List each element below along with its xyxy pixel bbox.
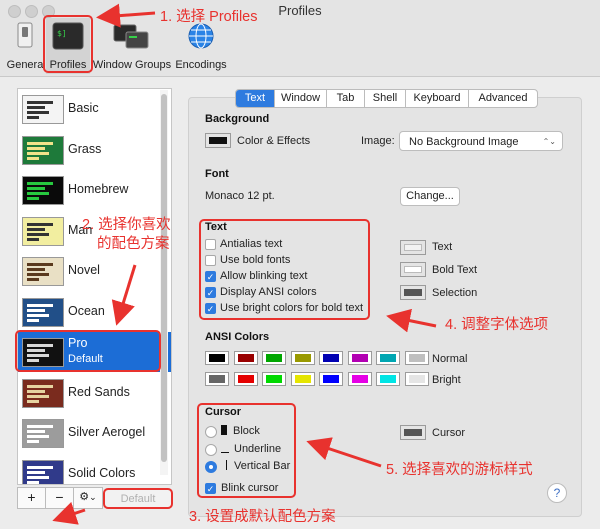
arrow-step1 — [96, 3, 156, 28]
ansi-bright-color-well[interactable] — [205, 372, 229, 386]
arrow-step4 — [386, 308, 437, 333]
ansi-bright-color-well[interactable] — [262, 372, 286, 386]
ansi-normal-color-well[interactable] — [376, 351, 400, 365]
annotation-arrows — [52, 3, 437, 525]
ansi-bright-color-well[interactable] — [233, 372, 258, 386]
ansi-bright-color-well[interactable] — [290, 372, 315, 386]
ansi-normal-color-well[interactable] — [233, 351, 258, 365]
annotation-step2a: 2. 选择你喜欢 — [82, 217, 171, 233]
ansi-normal-color-well[interactable] — [290, 351, 315, 365]
ansi-bright-color-well[interactable] — [404, 372, 429, 386]
arrow-step5 — [306, 437, 382, 468]
annotation-step5: 5. 选择喜欢的游标样式 — [386, 462, 533, 478]
ansi-bright-color-well[interactable] — [347, 372, 372, 386]
ansi-normal-color-well[interactable] — [262, 351, 286, 365]
ansi-normal-color-well[interactable] — [404, 351, 429, 365]
ansi-bright-color-well[interactable] — [376, 372, 400, 386]
annotation-step3: 3. 设置成默认配色方案 — [189, 509, 336, 525]
annotation-step1: 1. 选择 Profiles — [160, 9, 258, 25]
arrow-step3 — [52, 501, 86, 525]
ansi-normal-color-well[interactable] — [347, 351, 372, 365]
ansi-normal-color-well[interactable] — [319, 351, 343, 365]
arrow-step2 — [111, 264, 137, 326]
annotation-step2b: 的配色方案 — [97, 236, 170, 252]
annotation-step4: 4. 调整字体选项 — [445, 317, 549, 333]
ansi-normal-color-well[interactable] — [205, 351, 229, 365]
ansi-bright-color-well[interactable] — [319, 372, 343, 386]
